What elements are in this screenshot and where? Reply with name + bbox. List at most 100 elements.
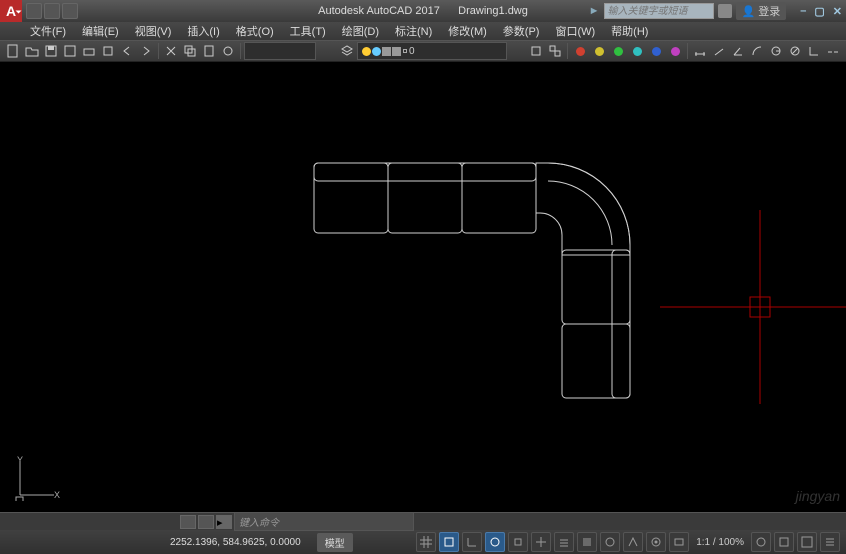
qat-open-icon[interactable]	[44, 3, 60, 19]
menu-parametric[interactable]: 参数(P)	[495, 23, 548, 39]
osnap-icon[interactable]	[508, 532, 528, 552]
command-input[interactable]: 键入命令	[234, 512, 414, 531]
hardware-accel-icon[interactable]	[751, 532, 771, 552]
workspace-icon[interactable]	[646, 532, 666, 552]
layer-plot-icon	[392, 47, 401, 56]
otrack-icon[interactable]	[531, 532, 551, 552]
customize-icon[interactable]	[820, 532, 840, 552]
layer-light-icon	[362, 47, 371, 56]
plot-icon[interactable]	[99, 42, 117, 60]
layer-manager-icon[interactable]	[338, 42, 356, 60]
maximize-icon[interactable]: ▢	[814, 5, 824, 18]
dim-arc-icon[interactable]	[748, 42, 766, 60]
qat-dropdown-icon[interactable]	[62, 3, 78, 19]
drawing-canvas[interactable]: Y X jingyan	[0, 62, 846, 512]
scale-readout[interactable]: 1:1 / 100%	[692, 537, 748, 548]
save-icon[interactable]	[42, 42, 60, 60]
menu-draw[interactable]: 绘图(D)	[334, 23, 387, 39]
quick-access-toolbar	[26, 3, 78, 19]
undo-icon[interactable]	[118, 42, 136, 60]
isolate-icon[interactable]	[774, 532, 794, 552]
menu-insert[interactable]: 插入(I)	[179, 23, 227, 39]
status-toggles: 1:1 / 100%	[416, 532, 846, 552]
color-magenta-icon[interactable]	[666, 42, 684, 60]
menu-format[interactable]: 格式(O)	[228, 23, 282, 39]
polar-icon[interactable]	[485, 532, 505, 552]
login-button[interactable]: 👤 登录	[736, 2, 787, 20]
color-green-icon[interactable]	[609, 42, 627, 60]
menu-window[interactable]: 窗口(W)	[547, 23, 603, 39]
dim-aligned-icon[interactable]	[710, 42, 728, 60]
menu-file[interactable]: 文件(F)	[22, 23, 74, 39]
color-blue-icon[interactable]	[647, 42, 665, 60]
titlebar: A Autodesk AutoCAD 2017 Drawing1.dwg ► 👤…	[0, 0, 846, 22]
layer-freeze-icon	[372, 47, 381, 56]
separator	[687, 43, 688, 59]
match-icon[interactable]	[219, 42, 237, 60]
dim-radius-icon[interactable]	[767, 42, 785, 60]
saveas-icon[interactable]	[61, 42, 79, 60]
redo-icon[interactable]	[137, 42, 155, 60]
color-red-icon[interactable]	[571, 42, 589, 60]
cleanscreen-icon[interactable]	[797, 532, 817, 552]
drawing-geometry	[0, 62, 846, 512]
new-icon[interactable]	[4, 42, 22, 60]
menu-view[interactable]: 视图(V)	[127, 23, 180, 39]
cmd-history-icon[interactable]	[198, 515, 214, 529]
cmd-prompt-icon[interactable]: ▸	[216, 515, 232, 529]
color-cyan-icon[interactable]	[628, 42, 646, 60]
menu-edit[interactable]: 编辑(E)	[74, 23, 127, 39]
menu-dimension[interactable]: 标注(N)	[387, 23, 440, 39]
snap-icon[interactable]	[439, 532, 459, 552]
print-icon[interactable]	[80, 42, 98, 60]
paste-icon[interactable]	[200, 42, 218, 60]
separator	[158, 43, 159, 59]
toolbar: 0	[0, 40, 846, 62]
dim-continue-icon[interactable]	[824, 42, 842, 60]
layer-color-swatch	[403, 49, 407, 53]
group-icon[interactable]	[546, 42, 564, 60]
cycling-icon[interactable]	[600, 532, 620, 552]
dim-ordinate-icon[interactable]	[805, 42, 823, 60]
search-input[interactable]	[604, 3, 714, 19]
search-icon: ►	[589, 5, 600, 17]
user-icon: 👤	[742, 5, 756, 18]
menu-modify[interactable]: 修改(M)	[440, 23, 495, 39]
dim-diameter-icon[interactable]	[786, 42, 804, 60]
cmd-close-icon[interactable]	[180, 515, 196, 529]
lineweight-icon[interactable]	[554, 532, 574, 552]
model-tab[interactable]: 模型	[317, 533, 353, 552]
style-combo[interactable]	[244, 42, 316, 60]
dim-linear-icon[interactable]	[691, 42, 709, 60]
qat-new-icon[interactable]	[26, 3, 42, 19]
block-icon[interactable]	[527, 42, 545, 60]
ortho-icon[interactable]	[462, 532, 482, 552]
minimize-icon[interactable]: –	[800, 5, 806, 18]
menu-tools[interactable]: 工具(T)	[282, 23, 334, 39]
transparency-icon[interactable]	[577, 532, 597, 552]
dim-angular-icon[interactable]	[729, 42, 747, 60]
separator	[567, 43, 568, 59]
annomonitor-icon[interactable]	[669, 532, 689, 552]
statusbar: 2252.1396, 584.9625, 0.0000 模型 1:1 / 100…	[0, 530, 846, 554]
app-logo[interactable]: A	[0, 0, 22, 22]
layer-combo[interactable]: 0	[357, 42, 507, 60]
close-icon[interactable]: ✕	[833, 5, 842, 18]
ucs-x-label: X	[54, 490, 60, 500]
title-right: ► 👤 登录 – ▢ ✕	[589, 2, 842, 20]
coordinates-readout: 2252.1396, 584.9625, 0.0000	[160, 537, 311, 548]
open-icon[interactable]	[23, 42, 41, 60]
grid-icon[interactable]	[416, 532, 436, 552]
ucs-icon: Y X	[14, 455, 60, 504]
infocenter-icon[interactable]	[718, 4, 732, 18]
watermark: jingyan	[796, 488, 840, 504]
app-name: Autodesk AutoCAD 2017	[318, 5, 440, 17]
copy-icon[interactable]	[181, 42, 199, 60]
menu-help[interactable]: 帮助(H)	[603, 23, 656, 39]
color-yellow-icon[interactable]	[590, 42, 608, 60]
menubar: 文件(F) 编辑(E) 视图(V) 插入(I) 格式(O) 工具(T) 绘图(D…	[0, 22, 846, 40]
cut-icon[interactable]	[162, 42, 180, 60]
login-label: 登录	[758, 3, 780, 19]
annotation-icon[interactable]	[623, 532, 643, 552]
document-name: Drawing1.dwg	[458, 5, 528, 17]
